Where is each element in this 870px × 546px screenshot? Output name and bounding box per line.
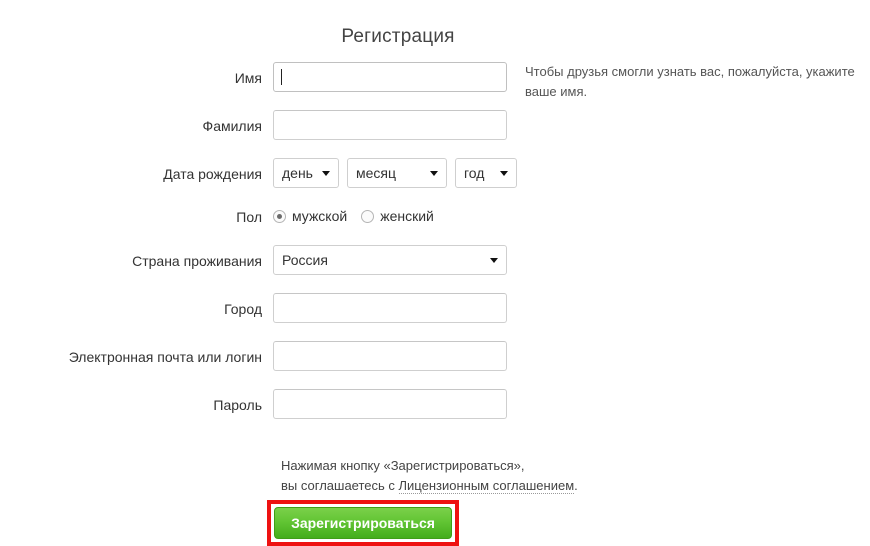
text-caret	[281, 69, 282, 85]
form-row-gender: Пол мужской женский	[0, 201, 870, 233]
birth-month-select[interactable]: месяц	[347, 158, 447, 188]
field-gender: мужской женский	[273, 201, 434, 231]
birth-day-select[interactable]: день	[273, 158, 339, 188]
chevron-down-icon	[322, 171, 330, 176]
field-birth-date: день месяц год	[273, 158, 517, 188]
field-email	[273, 341, 507, 371]
form-row-country: Страна проживания Россия	[0, 245, 870, 277]
registration-form: Имя Чтобы друзья смогли узнать вас, пожа…	[0, 62, 870, 431]
first-name-hint: Чтобы друзья смогли узнать вас, пожалуйс…	[525, 64, 855, 99]
birth-year-value: год	[464, 165, 485, 181]
form-row-last-name: Фамилия	[0, 110, 870, 142]
agreement-line-2-suffix: .	[574, 478, 578, 493]
birth-day-value: день	[282, 165, 313, 181]
country-select[interactable]: Россия	[273, 245, 507, 275]
form-row-password: Пароль	[0, 389, 870, 421]
label-first-name: Имя	[234, 70, 262, 86]
gender-option-male[interactable]: мужской	[273, 208, 347, 224]
field-last-name	[273, 110, 507, 140]
password-input[interactable]	[273, 389, 507, 419]
form-row-email: Электронная почта или логин	[0, 341, 870, 373]
label-last-name: Фамилия	[202, 118, 262, 134]
chevron-down-icon	[500, 171, 508, 176]
form-row-city: Город	[0, 293, 870, 325]
label-email: Электронная почта или логин	[68, 349, 262, 365]
register-button[interactable]: Зарегистрироваться	[274, 507, 452, 539]
birth-year-select[interactable]: год	[455, 158, 517, 188]
first-name-input[interactable]	[273, 62, 507, 92]
agreement-text: Нажимая кнопку «Зарегистрироваться», вы …	[281, 456, 578, 496]
agreement-line-2-prefix: вы соглашаетесь с	[281, 478, 399, 493]
radio-checked-icon[interactable]	[273, 209, 286, 223]
field-password	[273, 389, 507, 419]
page-title: Регистрация	[341, 26, 455, 47]
form-row-birth-date: Дата рождения день месяц год	[0, 158, 870, 190]
label-country: Страна проживания	[132, 253, 262, 269]
radio-unchecked-icon[interactable]	[361, 209, 375, 223]
field-city	[273, 293, 507, 323]
gender-radio-group: мужской женский	[273, 201, 434, 231]
gender-option-male-label: мужской	[292, 208, 348, 224]
gender-option-female[interactable]: женский	[361, 208, 434, 224]
last-name-input[interactable]	[273, 110, 507, 140]
agreement-line-2: вы соглашаетесь с Лицензионным соглашени…	[281, 476, 578, 496]
form-row-first-name: Имя Чтобы друзья смогли узнать вас, пожа…	[0, 62, 870, 99]
country-select-value: Россия	[282, 252, 328, 268]
label-gender: Пол	[236, 209, 262, 225]
chevron-down-icon	[490, 258, 498, 263]
chevron-down-icon	[430, 171, 438, 176]
field-country: Россия	[273, 245, 507, 275]
label-password: Пароль	[213, 397, 262, 413]
label-birth-date: Дата рождения	[163, 166, 262, 182]
birth-month-value: месяц	[356, 165, 397, 181]
gender-option-female-label: женский	[380, 208, 434, 224]
agreement-line-1: Нажимая кнопку «Зарегистрироваться»,	[281, 458, 525, 473]
city-input[interactable]	[273, 293, 507, 323]
license-agreement-link[interactable]: Лицензионным соглашением	[398, 478, 575, 494]
label-city: Город	[224, 301, 262, 317]
field-first-name	[273, 62, 507, 92]
email-input[interactable]	[273, 341, 507, 371]
submit-button-highlight: Зарегистрироваться	[267, 500, 459, 546]
